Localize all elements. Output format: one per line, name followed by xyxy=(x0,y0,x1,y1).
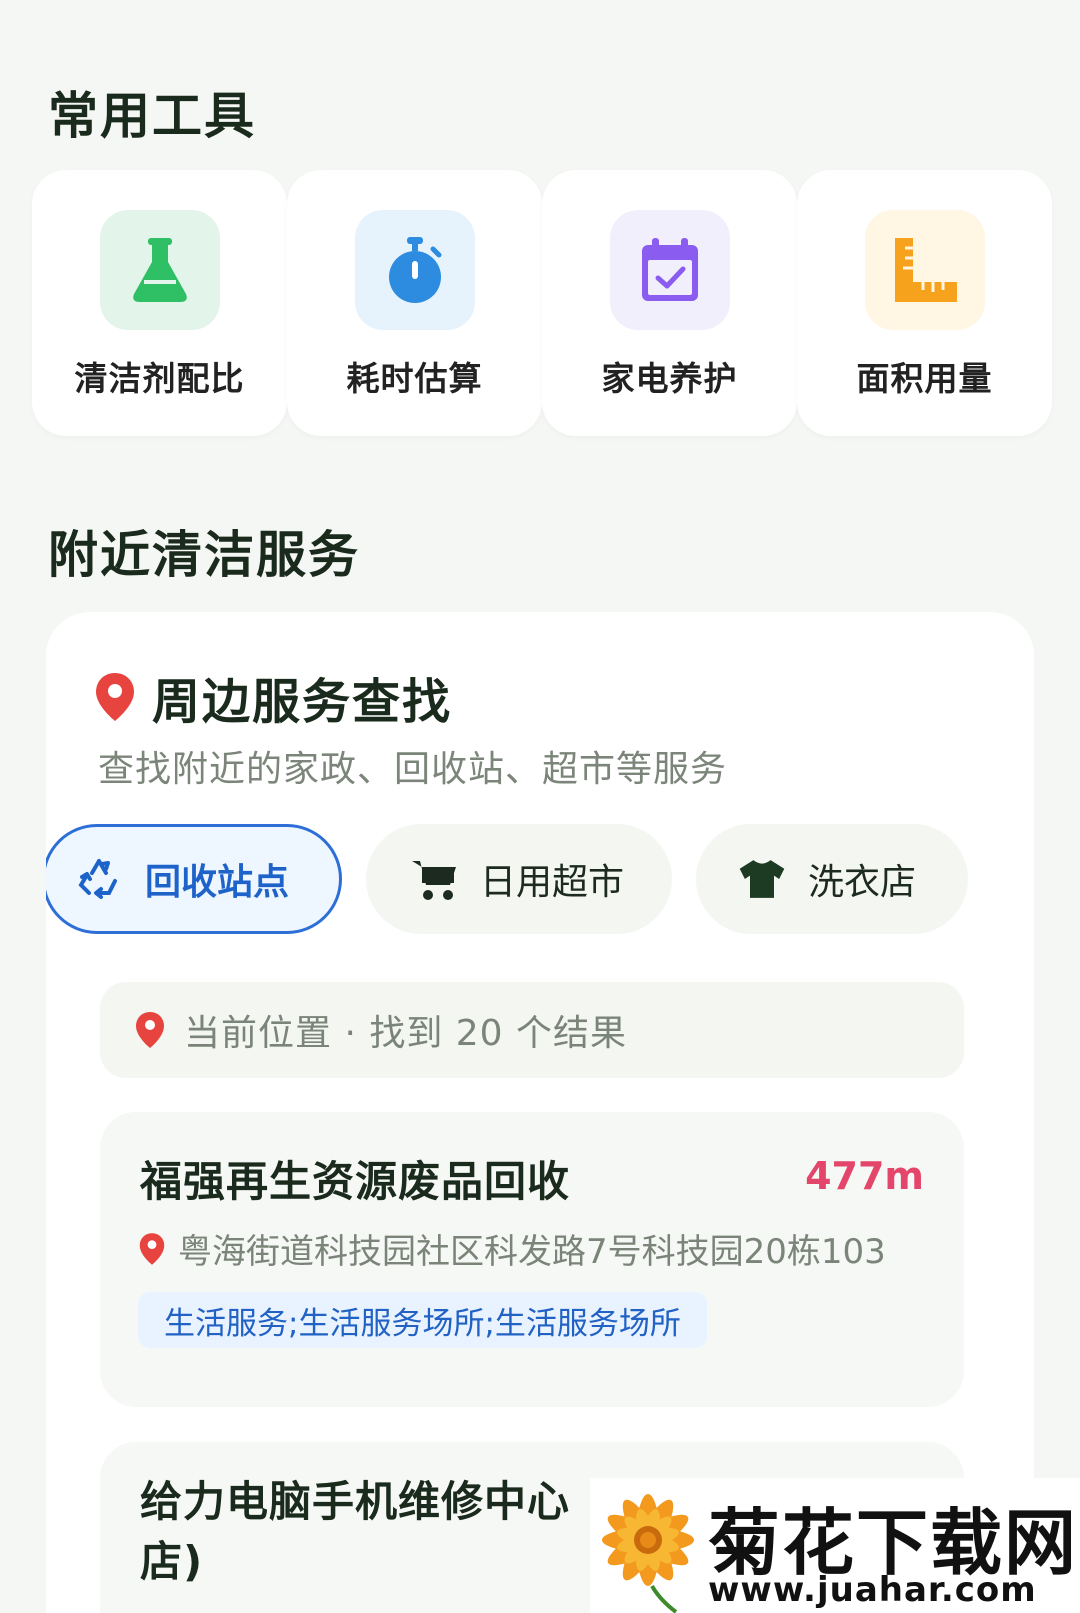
address-pin-icon xyxy=(138,1231,166,1267)
result-category-tag: 生活服务;生活服务场所;生活服务场所 xyxy=(138,1292,707,1348)
result-distance: 477m xyxy=(805,1154,924,1198)
tool-label: 面积用量 xyxy=(856,359,993,398)
result-address-text: 粤海街道科技园社区科发路7号科技园20栋103 xyxy=(178,1232,886,1272)
chip-supermarket[interactable]: 日用超市 xyxy=(366,824,672,934)
flask-icon xyxy=(132,238,187,302)
location-pin-icon xyxy=(134,1010,166,1050)
result-card[interactable]: 福强再生资源废品回收 477m 粤海街道科技园社区科发路7号科技园20栋103 … xyxy=(100,1112,964,1407)
result-name: 福强再生资源废品回收 xyxy=(140,1157,571,1206)
watermark: 菊花下载网 www.juahar.com xyxy=(590,1478,1080,1613)
tool-card-area-usage[interactable]: 面积用量 xyxy=(797,170,1052,436)
tools-row: 清洁剂配比 耗时估算 家电养护 面积用量 xyxy=(32,170,1052,436)
chip-laundry[interactable]: 洗衣店 xyxy=(696,824,968,934)
result-address: 粤海街道科技园社区科发路7号科技园20栋103 xyxy=(138,1224,886,1273)
tool-icon-box xyxy=(864,210,985,330)
tool-label: 耗时估算 xyxy=(346,359,483,398)
finder-subtitle: 查找附近的家政、回收站、超市等服务 xyxy=(98,749,728,790)
location-status-text: 当前位置 · 找到 20 个结果 xyxy=(184,1013,628,1054)
flower-logo-icon xyxy=(602,1494,694,1613)
location-bar: 当前位置 · 找到 20 个结果 xyxy=(100,982,964,1078)
calendar-check-icon xyxy=(641,238,698,301)
result-name: 给力电脑手机维修中心 店) xyxy=(140,1472,660,1592)
category-chips: 回收站点 日用超市 洗衣店 xyxy=(46,824,992,934)
nearby-section-title: 附近清洁服务 xyxy=(48,526,360,584)
service-finder-card: 周边服务查找 查找附近的家政、回收站、超市等服务 回收站点 日用超市 洗衣店 当… xyxy=(46,612,1034,1613)
tool-card-detergent-ratio[interactable]: 清洁剂配比 xyxy=(32,170,287,436)
cart-icon xyxy=(410,855,458,903)
tool-card-appliance-care[interactable]: 家电养护 xyxy=(542,170,797,436)
finder-title: 周边服务查找 xyxy=(152,674,453,730)
chip-recycle[interactable]: 回收站点 xyxy=(46,824,342,934)
tool-card-time-estimate[interactable]: 耗时估算 xyxy=(287,170,542,436)
tool-icon-box xyxy=(99,210,220,330)
tool-label: 家电养护 xyxy=(601,359,738,398)
recycle-icon xyxy=(75,855,123,903)
tools-section-title: 常用工具 xyxy=(48,87,256,145)
chip-label: 日用超市 xyxy=(480,862,625,903)
chip-label: 回收站点 xyxy=(145,862,290,903)
map-pin-icon xyxy=(96,673,134,721)
finder-header: 周边服务查找 xyxy=(94,662,452,732)
stopwatch-icon xyxy=(388,237,441,303)
tool-icon-box xyxy=(609,210,730,330)
shirt-icon xyxy=(738,855,786,903)
result-name-line1: 给力电脑手机维修中心 xyxy=(140,1477,571,1526)
tool-icon-box xyxy=(354,210,475,330)
watermark-url: www.juahar.com xyxy=(708,1570,1037,1610)
ruler-icon xyxy=(894,238,957,302)
result-name-line2: 店) xyxy=(140,1537,204,1586)
chip-label: 洗衣店 xyxy=(808,862,917,903)
tool-label: 清洁剂配比 xyxy=(74,359,245,398)
